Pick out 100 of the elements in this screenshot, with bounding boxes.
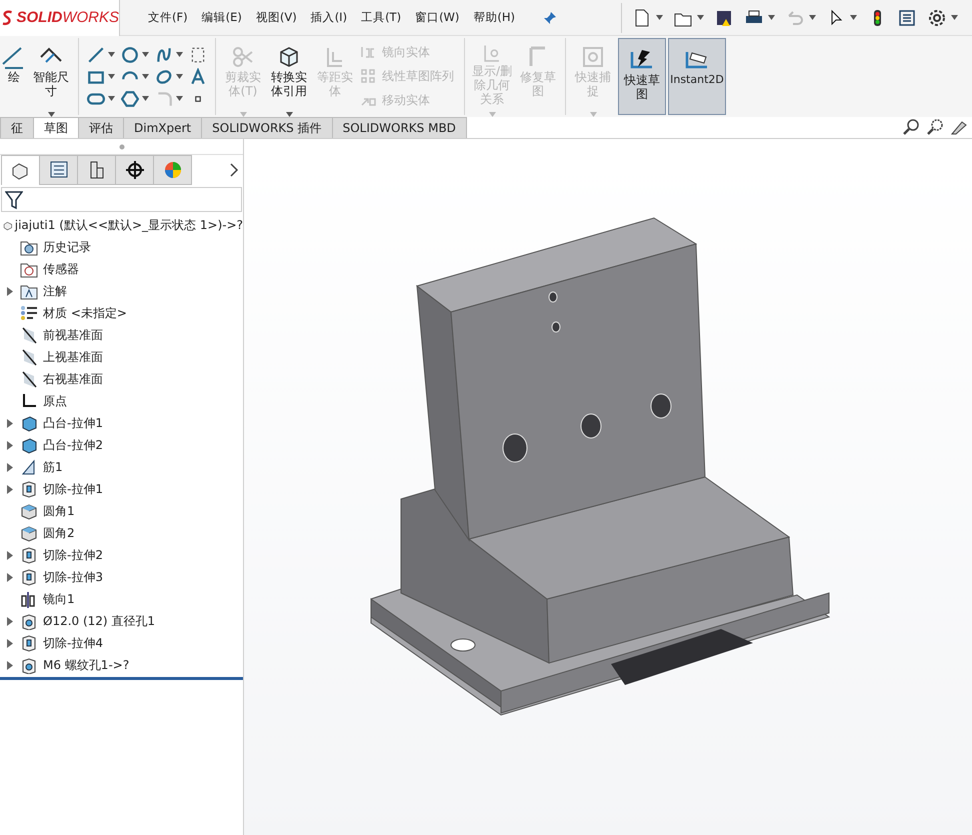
command-tab[interactable]: 征 [0,117,34,138]
tree-item[interactable]: Ø12.0 (12) 直径孔1 [0,610,243,632]
expand-arrow-icon[interactable] [7,418,13,428]
tree-item[interactable]: 切除-拉伸1 [0,478,243,500]
expand-arrow-icon[interactable] [7,550,13,560]
command-tab[interactable]: SOLIDWORKS MBD [332,117,467,138]
spline-icon[interactable] [155,46,173,64]
tree-item[interactable]: 材质 <未指定> [0,302,243,324]
tree-item[interactable]: 原点 [0,390,243,412]
menu-item[interactable]: 视图(V) [256,10,297,25]
cut-icon [20,480,38,498]
expand-arrow-icon[interactable] [7,616,13,626]
expand-arrow-icon[interactable] [7,286,13,296]
options-list-icon[interactable] [897,8,917,28]
panel-tab[interactable] [115,155,154,185]
tree-item[interactable]: 切除-拉伸3 [0,566,243,588]
pin-icon[interactable] [543,10,558,24]
menu-item[interactable]: 插入(I) [310,10,348,25]
caret-icon[interactable] [108,52,115,57]
caret-icon[interactable] [108,74,115,79]
ellipse-icon[interactable] [155,68,173,86]
material-icon [20,304,38,322]
zoom-fit-icon[interactable] [902,118,920,136]
ribbon-button[interactable]: 智能尺寸 [30,38,72,115]
tree-item[interactable]: 上视基准面 [0,346,243,368]
mirror-icon [360,44,376,60]
ribbon-button[interactable]: 绘 [2,38,26,115]
chevron-right-icon[interactable] [229,163,239,177]
command-tab[interactable]: 评估 [78,117,124,138]
plane-icon [20,370,38,388]
caret-icon[interactable] [656,15,663,20]
fillet-icon [20,524,38,542]
tree-item[interactable]: 圆角1 [0,500,243,522]
expand-arrow-icon[interactable] [7,572,13,582]
caret-icon[interactable] [142,96,149,101]
tree-item[interactable]: 切除-拉伸2 [0,544,243,566]
caret-icon[interactable] [850,15,857,20]
tree-item[interactable]: 传感器 [0,258,243,280]
expand-arrow-icon[interactable] [7,638,13,648]
expand-arrow-icon[interactable] [7,484,13,494]
hole-icon [20,612,38,630]
construction-icon[interactable] [189,46,207,64]
filter-icon [5,190,23,210]
circle-icon[interactable] [121,46,139,64]
caret-icon[interactable] [176,52,183,57]
tree-item[interactable]: 筋1 [0,456,243,478]
fillet-icon [20,502,38,520]
tree-item[interactable]: 注解 [0,280,243,302]
caret-icon[interactable] [951,15,958,20]
menu-item[interactable]: 窗口(W) [415,10,460,25]
menu-item[interactable]: 文件(F) [148,10,188,25]
polygon-icon[interactable] [121,90,139,108]
text-icon[interactable] [189,68,207,86]
ribbon-button[interactable]: 转换实体引用 [268,38,310,115]
menu-item[interactable]: 帮助(H) [473,10,516,25]
grip-handle-icon[interactable] [118,144,124,150]
expand-arrow-icon[interactable] [7,660,13,670]
tree-item[interactable]: 凸台-拉伸2 [0,434,243,456]
toggle-button[interactable]: 快速草图 [618,38,666,115]
tree-item[interactable]: M6 螺纹孔1->? [0,654,243,676]
command-tab[interactable]: DimXpert [123,117,202,138]
tree-item[interactable]: 切除-拉伸4 [0,632,243,654]
expand-arrow-icon[interactable] [7,440,13,450]
tree-item[interactable]: 圆角2 [0,522,243,544]
toggle-button[interactable]: Instant2D [668,38,726,115]
caret-icon[interactable] [176,96,183,101]
tree-item[interactable]: 镜向1 [0,588,243,610]
menu-item[interactable]: 工具(T) [361,10,402,25]
zoom-area-icon[interactable] [926,118,944,136]
tree-item[interactable]: 历史记录 [0,236,243,258]
caret-icon[interactable] [142,74,149,79]
panel-tab[interactable] [1,155,40,185]
caret-icon[interactable] [768,15,775,20]
plane-icon [20,326,38,344]
tree-item[interactable]: 前视基准面 [0,324,243,346]
logo-text: SOLIDWORKS [16,9,119,26]
menu-item[interactable]: 编辑(E) [202,10,242,25]
settings-icon[interactable] [927,8,947,28]
cut-icon [20,546,38,564]
filter-field[interactable] [1,187,242,212]
cut-icon [20,634,38,652]
caret-icon[interactable] [176,74,183,79]
crosshair-icon [124,159,146,181]
caret-icon[interactable] [809,15,816,20]
panel-tab[interactable] [77,155,116,185]
mirror-icon [20,590,38,608]
expand-arrow-icon[interactable] [7,462,13,472]
caret-icon[interactable] [108,96,115,101]
hole-icon [20,656,38,674]
caret-icon[interactable] [142,52,149,57]
line-icon[interactable] [87,46,105,64]
caret-icon[interactable] [697,15,704,20]
command-tab[interactable]: SOLIDWORKS 插件 [201,117,333,138]
boss-icon [20,414,38,432]
tree-item[interactable]: 右视基准面 [0,368,243,390]
tree-item[interactable]: 凸台-拉伸1 [0,412,243,434]
panel-tab[interactable] [39,155,78,185]
cut-icon [20,568,38,586]
tree-item[interactable]: jiajuti1 (默认<<默认>_显示状态 1>)->? [0,214,243,236]
snap-icon [580,44,606,70]
